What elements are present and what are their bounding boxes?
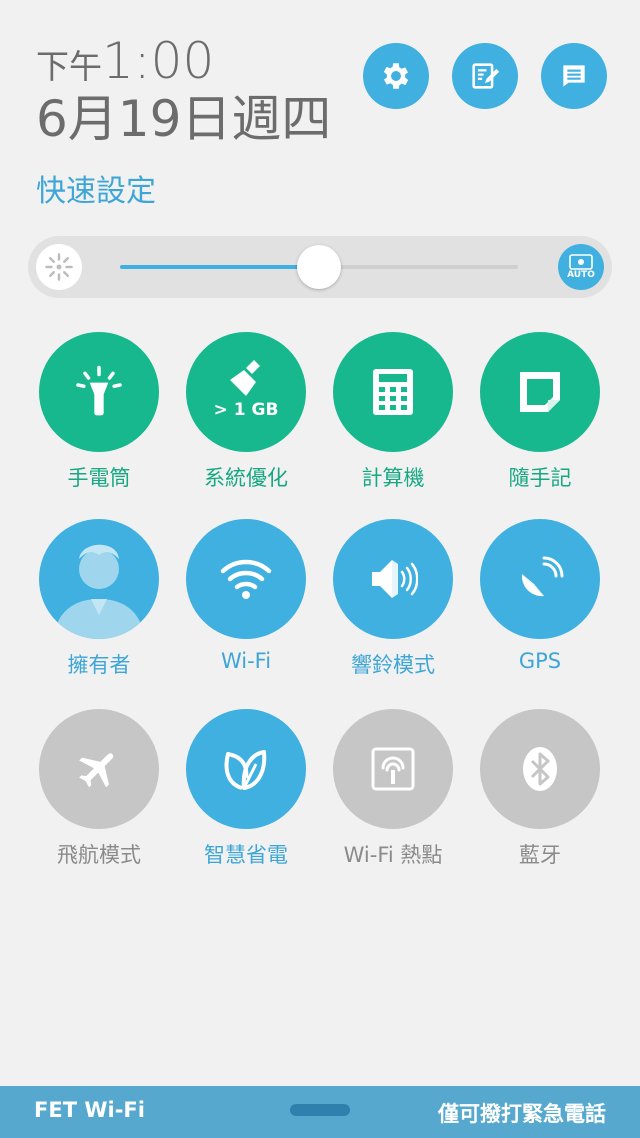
tile-label: 擁有者 xyxy=(67,653,131,677)
tile-smart-saving[interactable]: 智慧省電 xyxy=(176,709,316,869)
satellite-dish-icon xyxy=(521,556,564,597)
wifi-icon xyxy=(220,559,272,599)
quick-settings-title: 快速設定 xyxy=(36,174,156,209)
tile-label: 系統優化 xyxy=(204,466,288,490)
carrier-label: FET Wi-Fi xyxy=(34,1098,145,1122)
tile-label: 飛航模式 xyxy=(57,843,141,867)
tile-label: 智慧省電 xyxy=(204,843,288,867)
owner-avatar[interactable] xyxy=(39,519,159,639)
clock-time: 1:00 xyxy=(102,32,215,90)
auto-brightness-icon xyxy=(569,254,593,270)
smart-saving-button[interactable] xyxy=(186,709,306,829)
edit-icon xyxy=(472,63,500,89)
broom-icon xyxy=(230,360,260,396)
notifications-button[interactable] xyxy=(541,43,607,109)
clock-ampm: 下午 xyxy=(36,47,102,86)
airplane-icon xyxy=(79,753,114,788)
drag-handle[interactable] xyxy=(290,1104,350,1116)
tile-owner[interactable]: 擁有者 xyxy=(29,519,169,679)
tile-label: 手電筒 xyxy=(67,466,131,490)
tile-label: 隨手記 xyxy=(508,466,572,490)
header: 下午 1:00 6月19日週四 xyxy=(36,36,331,144)
flashlight-icon xyxy=(76,365,122,416)
wifi-button[interactable] xyxy=(186,519,306,639)
tile-gps[interactable]: GPS xyxy=(470,519,610,673)
emergency-calls-label: 僅可撥打緊急電話 xyxy=(438,1102,606,1126)
memo-icon xyxy=(520,372,560,412)
tile-label: 藍牙 xyxy=(519,843,561,867)
tile-airplane[interactable]: 飛航模式 xyxy=(29,709,169,869)
boost-badge: > 1 GB xyxy=(213,400,279,420)
tile-label: 計算機 xyxy=(361,466,425,490)
person-icon xyxy=(53,544,145,639)
tile-flashlight[interactable]: 手電筒 xyxy=(29,332,169,492)
quick-memo-button[interactable] xyxy=(480,332,600,452)
speaker-icon xyxy=(372,560,418,598)
auto-brightness-button[interactable]: AUTO xyxy=(558,244,604,290)
airplane-button[interactable] xyxy=(39,709,159,829)
tile-ring-mode[interactable]: 響鈴模式 xyxy=(323,519,463,679)
tile-label: Wi-Fi 熱點 xyxy=(343,843,443,867)
tile-boost[interactable]: > 1 GB 系統優化 xyxy=(176,332,316,492)
edit-button[interactable] xyxy=(452,43,518,109)
hotspot-button[interactable] xyxy=(333,709,453,829)
tile-label: 響鈴模式 xyxy=(351,653,435,677)
brightness-slider-thumb[interactable] xyxy=(297,245,341,289)
boost-button[interactable]: > 1 GB xyxy=(186,332,306,452)
bluetooth-button[interactable] xyxy=(480,709,600,829)
calculator-icon xyxy=(373,369,413,415)
date: 6月19日週四 xyxy=(36,90,332,148)
tile-bluetooth[interactable]: 藍牙 xyxy=(470,709,610,869)
brightness-slider[interactable] xyxy=(120,245,518,289)
brightness-icon xyxy=(36,244,82,290)
gear-icon xyxy=(383,63,409,89)
gps-button[interactable] xyxy=(480,519,600,639)
tile-calculator[interactable]: 計算機 xyxy=(323,332,463,492)
list-icon xyxy=(563,65,585,87)
clock: 下午 1:00 xyxy=(36,36,331,86)
tile-label: Wi-Fi xyxy=(220,649,272,673)
hotspot-icon xyxy=(371,747,415,791)
bluetooth-icon xyxy=(523,747,557,791)
sun-icon xyxy=(45,253,73,281)
flashlight-button[interactable] xyxy=(39,332,159,452)
ring-mode-button[interactable] xyxy=(333,519,453,639)
calculator-button[interactable] xyxy=(333,332,453,452)
tile-wifi[interactable]: Wi-Fi xyxy=(176,519,316,673)
settings-button[interactable] xyxy=(363,43,429,109)
leaf-icon xyxy=(224,750,267,790)
auto-label: AUTO xyxy=(567,270,595,280)
tile-quick-memo[interactable]: 隨手記 xyxy=(470,332,610,492)
brightness-bar: AUTO xyxy=(28,236,612,298)
tile-hotspot[interactable]: Wi-Fi 熱點 xyxy=(323,709,463,869)
bottom-status-bar: FET Wi-Fi 僅可撥打緊急電話 xyxy=(0,1086,640,1138)
brightness-slider-fill xyxy=(120,265,319,269)
tile-label: GPS xyxy=(518,649,562,673)
